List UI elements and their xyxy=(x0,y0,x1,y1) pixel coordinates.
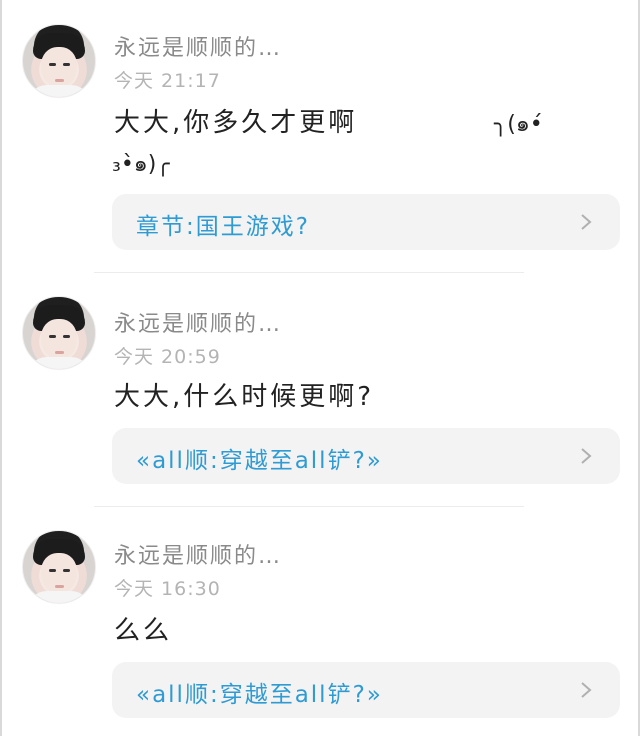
chapter-link-card[interactable]: «all顺:穿越至all铲?» xyxy=(112,662,620,718)
comment-text: 大大,你多久才更啊 xyxy=(114,108,358,138)
chapter-link-label: 章节:国王游戏? xyxy=(136,214,310,240)
username[interactable]: 永远是顺顺的… xyxy=(114,306,282,338)
chevron-right-icon xyxy=(581,448,592,464)
timestamp: 今天 20:59 xyxy=(114,346,221,368)
avatar[interactable] xyxy=(22,296,96,370)
chevron-right-icon xyxy=(581,214,592,230)
chapter-link-label: «all顺:穿越至all铲?» xyxy=(136,682,383,708)
comment-item: 永远是顺顺的… 今天 21:17 大大,你多久才更啊 ╮(๑•́ ₃•̀๑)╭ … xyxy=(0,0,640,270)
emoticon-text: ₃•̀๑)╭ xyxy=(112,152,170,177)
avatar[interactable] xyxy=(22,24,96,98)
timestamp: 今天 21:17 xyxy=(114,70,221,92)
chapter-link-card[interactable]: «all顺:穿越至all铲?» xyxy=(112,428,620,484)
emoticon-text: ╮(๑•́ xyxy=(494,112,543,137)
comment-item: 永远是顺顺的… 今天 20:59 大大,什么时候更啊? «all顺:穿越至all… xyxy=(0,272,640,508)
comment-text: 么么 xyxy=(114,616,173,646)
username[interactable]: 永远是顺顺的… xyxy=(114,30,282,62)
chapter-link-label: «all顺:穿越至all铲?» xyxy=(136,448,383,474)
comment-text: 大大,什么时候更啊? xyxy=(114,382,375,412)
chapter-link-card[interactable]: 章节:国王游戏? xyxy=(112,194,620,250)
avatar[interactable] xyxy=(22,530,96,604)
timestamp: 今天 16:30 xyxy=(114,578,221,600)
username[interactable]: 永远是顺顺的… xyxy=(114,538,282,570)
chevron-right-icon xyxy=(581,682,592,698)
comment-item: 永远是顺顺的… 今天 16:30 么么 «all顺:穿越至all铲?» xyxy=(0,506,640,736)
